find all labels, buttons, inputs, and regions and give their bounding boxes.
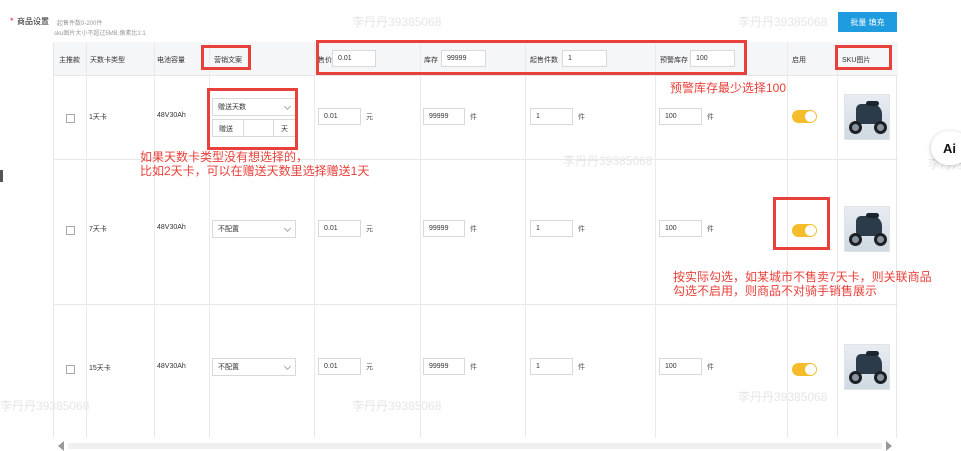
header-enable: 启用 [792,57,806,64]
marketing-select[interactable]: 不配置 [212,220,296,238]
chevron-down-icon [283,362,292,371]
stock-unit: 件 [470,114,477,121]
annotation-box-gift-days [207,88,298,150]
main-model-checkbox[interactable] [66,226,75,235]
chevron-down-icon [283,224,292,233]
scroll-left-arrow-icon[interactable] [58,441,64,451]
annotation-box-sku-image [835,45,892,70]
sku-image[interactable] [844,344,890,390]
row-battery: 48V30Ah [157,112,186,119]
price-unit: 元 [366,114,373,121]
min-qty-unit: 件 [578,364,585,371]
marketing-select-value: 不配置 [218,364,239,371]
warn-stock-unit: 件 [707,364,714,371]
min-qty-unit: 件 [578,114,585,121]
row-card-type: 1天卡 [89,114,107,121]
annotation-card-line2: 比如2天卡，可以在赠送天数里选择赠送1天 [140,164,370,178]
annotation-enable-line1: 按实际勾选，如某城市不售卖7天卡，则关联商品 [673,270,932,284]
min-qty-unit: 件 [578,226,585,233]
enable-toggle[interactable] [792,110,817,123]
hint-image: sku图片大小不超过5MB,像素比1:1 [54,31,146,37]
ai-assistant-button[interactable]: Ai [931,131,961,165]
price-input[interactable]: 0.01 [318,220,361,237]
batch-fill-button[interactable]: 批量 填充 [838,12,897,32]
marketing-select[interactable]: 不配置 [212,358,296,376]
annotation-warn-stock: 预警库存最少选择100 [670,81,787,95]
stock-input[interactable]: 99999 [423,108,465,125]
header-battery: 电池容量 [157,57,185,64]
required-mark: * [10,16,14,26]
annotation-box-marketing [201,45,251,70]
horizontal-scrollbar[interactable] [68,443,882,449]
enable-toggle[interactable] [792,363,817,376]
min-qty-input[interactable]: 1 [530,108,573,125]
price-unit: 元 [366,364,373,371]
annotation-card-line1: 如果天数卡类型没有想选择的， [140,150,309,164]
price-input[interactable]: 0.01 [318,358,361,375]
sku-image[interactable] [844,94,890,140]
row-card-type: 15天卡 [89,365,111,372]
sku-image[interactable] [844,206,890,252]
annotation-box-enable [773,197,830,250]
main-model-checkbox[interactable] [66,114,75,123]
warn-stock-input[interactable]: 100 [659,108,702,125]
stock-unit: 件 [470,226,477,233]
header-card-type: 天数卡类型 [90,57,125,64]
main-model-checkbox[interactable] [66,365,75,374]
annotation-enable-line2: 勾选不启用，则商品不对骑手销售展示 [673,284,878,298]
row-battery: 48V30Ah [157,224,186,231]
price-unit: 元 [366,226,373,233]
stock-input[interactable]: 99999 [423,358,465,375]
watermark: 李丹丹39385068 [738,15,828,29]
min-qty-input[interactable]: 1 [530,220,573,237]
min-qty-input[interactable]: 1 [530,358,573,375]
hint-range: 起售件数0-200件 [57,21,103,27]
sku-table: 主推款 天数卡类型 电池容量 营销文案 售价 0.01 库存 99999 起售件… [53,42,898,438]
section-title: 商品设置 [17,17,49,26]
header-main-model: 主推款 [59,57,80,64]
annotation-box-batch-inputs [316,40,747,75]
warn-stock-unit: 件 [707,226,714,233]
warn-stock-input[interactable]: 100 [659,358,702,375]
warn-stock-unit: 件 [707,114,714,121]
warn-stock-input[interactable]: 100 [659,220,702,237]
stock-input[interactable]: 99999 [423,220,465,237]
row-battery: 48V30Ah [157,363,186,370]
stock-unit: 件 [470,364,477,371]
watermark: 李丹丹39385068 [352,15,442,29]
scroll-right-arrow-icon[interactable] [886,441,892,451]
row-card-type: 7天卡 [89,226,107,233]
price-input[interactable]: 0.01 [318,108,361,125]
left-edge-marker [0,170,3,182]
marketing-select-value: 不配置 [218,226,239,233]
